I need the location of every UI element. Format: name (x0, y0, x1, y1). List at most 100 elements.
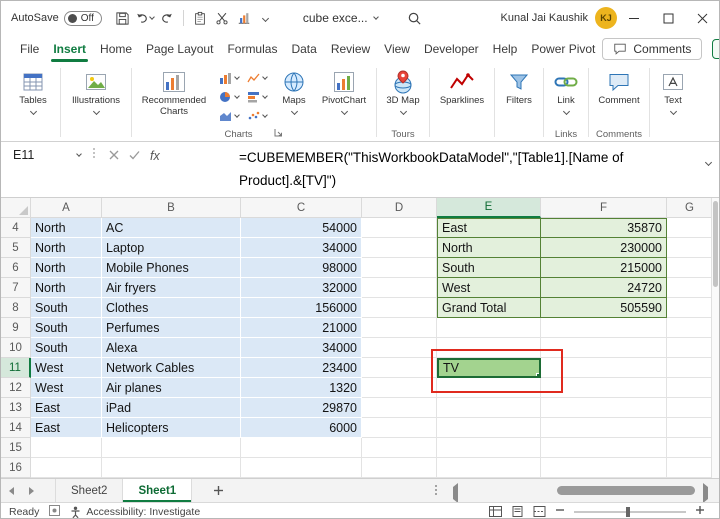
cell-D4[interactable] (362, 218, 437, 238)
normal-view-button[interactable] (489, 506, 502, 517)
row-header-6[interactable]: 6 (1, 258, 31, 278)
insert-function-button[interactable]: fx (150, 149, 160, 163)
redo-button[interactable] (156, 6, 178, 30)
vertical-scrollbar-thumb[interactable] (713, 201, 718, 287)
cell-E4[interactable]: East (437, 218, 541, 238)
cell-B11[interactable]: Network Cables (102, 358, 241, 378)
cell-E13[interactable] (437, 398, 541, 418)
row-header-12[interactable]: 12 (1, 378, 31, 398)
ribbon-tab-developer[interactable]: Developer (417, 35, 486, 63)
cell-F4[interactable]: 35870 (541, 218, 667, 238)
name-box[interactable]: E11 (1, 142, 89, 168)
cell-F15[interactable] (541, 438, 667, 458)
cell-G16[interactable] (667, 458, 713, 478)
cell-F8[interactable]: 505590 (541, 298, 667, 318)
tables-button[interactable]: Tables (9, 65, 57, 114)
cell-C7[interactable]: 32000 (241, 278, 362, 298)
autosave-toggle[interactable]: AutoSave Off (11, 11, 102, 26)
cancel-entry-button[interactable] (109, 147, 119, 165)
cell-A4[interactable]: North (31, 218, 102, 238)
vertical-scrollbar[interactable] (711, 198, 719, 478)
cell-G12[interactable] (667, 378, 713, 398)
cell-F9[interactable] (541, 318, 667, 338)
cell-C11[interactable]: 23400 (241, 358, 362, 378)
cell-D11[interactable] (362, 358, 437, 378)
illustrations-button[interactable]: Illustrations (64, 65, 128, 114)
cell-B9[interactable]: Perfumes (102, 318, 241, 338)
ribbon-tab-help[interactable]: Help (486, 35, 525, 63)
cell-F13[interactable] (541, 398, 667, 418)
cell-C16[interactable] (241, 458, 362, 478)
cell-B15[interactable] (102, 438, 241, 458)
zoom-in-button[interactable] (695, 505, 705, 518)
maximize-button[interactable] (651, 1, 685, 35)
cell-G9[interactable] (667, 318, 713, 338)
ribbon-tab-review[interactable]: Review (324, 35, 377, 63)
search-button[interactable] (404, 6, 426, 30)
3d-map-button[interactable]: 3D Map (380, 65, 426, 114)
close-button[interactable] (685, 1, 719, 35)
ribbon-tab-page-layout[interactable]: Page Layout (139, 35, 220, 63)
cell-G15[interactable] (667, 438, 713, 458)
cell-E10[interactable] (437, 338, 541, 358)
fill-handle[interactable] (536, 373, 541, 378)
cell-G7[interactable] (667, 278, 713, 298)
previous-sheet-button[interactable] (1, 479, 21, 502)
macro-record-button[interactable] (49, 505, 60, 519)
cell-C12[interactable]: 1320 (241, 378, 362, 398)
row-header-9[interactable]: 9 (1, 318, 31, 338)
maps-button[interactable]: Maps (273, 65, 315, 114)
cell-F5[interactable]: 230000 (541, 238, 667, 258)
cell-B14[interactable]: Helicopters (102, 418, 241, 438)
share-button[interactable] (712, 39, 720, 59)
cell-G6[interactable] (667, 258, 713, 278)
sheet-tab-sheet1[interactable]: Sheet1 (123, 479, 192, 502)
comment-button[interactable]: Comment (592, 65, 646, 106)
cell-A8[interactable]: South (31, 298, 102, 318)
cell-A15[interactable] (31, 438, 102, 458)
row-header-15[interactable]: 15 (1, 438, 31, 458)
cell-F16[interactable] (541, 458, 667, 478)
comments-button[interactable]: Comments (602, 38, 702, 60)
cell-G11[interactable] (667, 358, 713, 378)
pivotchart-button[interactable]: PivotChart (315, 65, 373, 114)
cell-F11[interactable] (541, 358, 667, 378)
cell-B7[interactable]: Air fryers (102, 278, 241, 298)
formula-bar-expand-button[interactable] (706, 152, 711, 170)
new-sheet-button[interactable] (208, 481, 228, 501)
cell-F6[interactable]: 215000 (541, 258, 667, 278)
cell-B13[interactable]: iPad (102, 398, 241, 418)
column-header-A[interactable]: A (31, 198, 102, 218)
charts-dialog-launcher[interactable] (274, 128, 283, 140)
text-button[interactable]: Text (653, 65, 693, 114)
cell-G8[interactable] (667, 298, 713, 318)
cell-C14[interactable]: 6000 (241, 418, 362, 438)
scroll-left-button[interactable] (453, 487, 458, 499)
cell-A7[interactable]: North (31, 278, 102, 298)
cell-A10[interactable]: South (31, 338, 102, 358)
filters-button[interactable]: Filters (498, 65, 540, 106)
ribbon-tab-data[interactable]: Data (284, 35, 323, 63)
cell-E9[interactable] (437, 318, 541, 338)
cell-D5[interactable] (362, 238, 437, 258)
search-box[interactable]: cube exce... (303, 11, 378, 25)
cell-D15[interactable] (362, 438, 437, 458)
cell-C9[interactable]: 21000 (241, 318, 362, 338)
insert-pie-chart-button[interactable] (217, 87, 241, 106)
cell-D8[interactable] (362, 298, 437, 318)
cell-E15[interactable] (437, 438, 541, 458)
cell-E6[interactable]: South (437, 258, 541, 278)
row-header-13[interactable]: 13 (1, 398, 31, 418)
cell-E12[interactable] (437, 378, 541, 398)
cell-D9[interactable] (362, 318, 437, 338)
row-header-7[interactable]: 7 (1, 278, 31, 298)
cell-C5[interactable]: 34000 (241, 238, 362, 258)
page-break-view-button[interactable] (533, 506, 546, 517)
ribbon-tab-power-pivot[interactable]: Power Pivot (524, 35, 602, 63)
cell-F7[interactable]: 24720 (541, 278, 667, 298)
row-header-11[interactable]: 11 (1, 358, 31, 378)
autosave-pill[interactable]: Off (64, 11, 102, 26)
cell-C6[interactable]: 98000 (241, 258, 362, 278)
column-header-C[interactable]: C (241, 198, 362, 218)
row-header-4[interactable]: 4 (1, 218, 31, 238)
